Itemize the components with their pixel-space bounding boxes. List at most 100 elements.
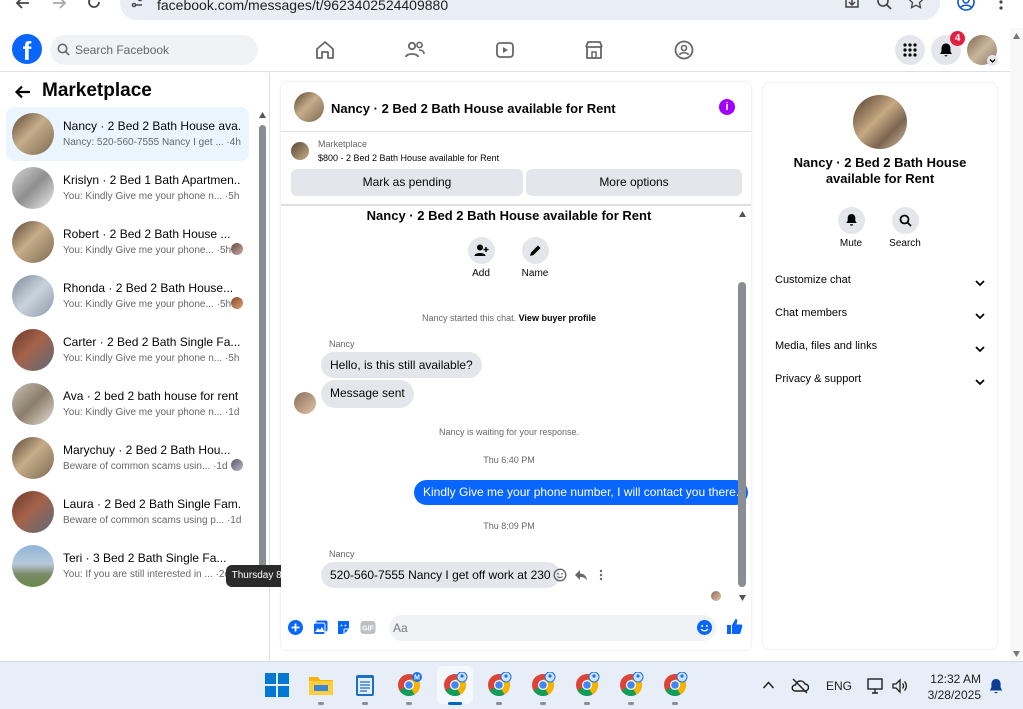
sidebar-scroll-up-icon[interactable] [258, 111, 267, 119]
chat-title[interactable]: Nancy · 2 Bed 2 Bath House available for… [331, 101, 616, 116]
chrome-profile-icon[interactable] [486, 672, 512, 698]
url-text[interactable]: facebook.com/messages/t/9623402524409880 [157, 0, 448, 13]
bookmark-star-icon[interactable] [908, 0, 924, 9]
add-person-icon [474, 244, 489, 256]
browser-profile-icon[interactable] [957, 0, 975, 11]
page-scrollbar[interactable] [1010, 28, 1023, 661]
notification-center-icon[interactable] [988, 678, 1004, 695]
language-indicator[interactable]: ENG [826, 679, 852, 693]
conversation-item[interactable]: Nancy · 2 Bed 2 Bath House ava... Nancy:… [6, 107, 249, 161]
listing-price[interactable]: $800 - 2 Bed 2 Bath House available for … [318, 153, 499, 163]
chat-scroll-down-icon[interactable] [738, 594, 747, 602]
like-thumb-icon[interactable] [726, 618, 743, 635]
conversation-item[interactable]: Carter · 2 Bed 2 Bath Single Fa... You: … [6, 323, 249, 377]
conversation-item[interactable]: Krislyn · 2 Bed 1 Bath Apartmen... You: … [6, 161, 249, 215]
running-indicator [584, 702, 590, 705]
conversation-title: Marychuy · 2 Bed 2 Bath Hou... [63, 443, 231, 457]
volume-icon[interactable] [891, 678, 909, 694]
mute-bell-icon [846, 214, 857, 226]
sender-name: Nancy [329, 549, 355, 559]
incoming-message[interactable]: 520-560-7555 Nancy I get off work at 230 [321, 562, 560, 588]
details-avatar[interactable] [853, 95, 907, 149]
outgoing-message[interactable]: Kindly Give me your phone number, I will… [414, 480, 749, 505]
conversation-item[interactable]: Robert · 2 Bed 2 Bath House ... You: Kin… [6, 215, 249, 269]
home-icon[interactable] [314, 39, 336, 61]
chrome-profile-icon[interactable] [618, 672, 644, 698]
incoming-message[interactable]: Hello, is this still available? [321, 352, 482, 378]
chat-started-note: Nancy started this chat. View buyer prof… [281, 313, 737, 323]
chrome-profile-icon[interactable] [662, 672, 688, 698]
view-buyer-profile-link[interactable]: View buyer profile [519, 313, 596, 323]
back-icon[interactable] [14, 0, 32, 12]
plus-icon[interactable] [288, 620, 303, 635]
browser-menu-icon[interactable] [997, 0, 1005, 10]
running-indicator [362, 702, 368, 705]
zoom-icon[interactable] [876, 0, 892, 10]
video-icon[interactable] [494, 39, 516, 61]
react-emoji-icon[interactable] [553, 568, 567, 582]
emoji-icon[interactable] [697, 620, 712, 635]
tray-chevron-up-icon[interactable] [762, 680, 775, 690]
running-indicator [496, 702, 502, 705]
privacy-support-row[interactable]: Privacy & support [775, 373, 987, 393]
reply-icon[interactable] [574, 568, 588, 582]
conversation-item[interactable]: Ava · 2 bed 2 bath house for rent You: K… [6, 377, 249, 431]
bell-icon [940, 43, 952, 57]
clock[interactable]: 12:32 AM 3/28/2025 [917, 671, 981, 703]
groups-icon[interactable] [673, 39, 695, 61]
chat-scroll-up-icon[interactable] [738, 210, 747, 218]
back-arrow-icon[interactable] [14, 83, 32, 101]
mark-as-pending-button[interactable]: Mark as pending [291, 169, 523, 196]
conversation-snippet: You: Kindly Give me your phone n... ·5h [63, 191, 240, 202]
reload-icon[interactable] [86, 0, 102, 10]
friends-icon[interactable] [404, 39, 426, 61]
svg-text:GIF: GIF [362, 626, 374, 633]
chrome-profile-icon[interactable] [574, 672, 600, 698]
sidebar-scrollbar-thumb[interactable] [259, 125, 266, 585]
conversation-heading: Nancy · 2 Bed 2 Bath House available for… [366, 208, 652, 223]
conversation-item[interactable]: Marychuy · 2 Bed 2 Bath Hou... Beware of… [6, 431, 249, 485]
chat-header-avatar[interactable] [294, 92, 324, 122]
incoming-message[interactable]: Message sent [321, 380, 414, 408]
windows-start-icon[interactable] [264, 672, 290, 698]
media-files-links-row[interactable]: Media, files and links [775, 340, 987, 360]
more-actions-icon[interactable] [598, 569, 604, 581]
account-chevron-icon[interactable] [987, 55, 998, 66]
facebook-logo[interactable]: f [12, 34, 42, 64]
row-label: Privacy & support [775, 373, 862, 385]
conversation-item[interactable]: Teri · 3 Bed 2 Bath Single Fa... You: If… [6, 539, 249, 593]
search-input[interactable]: Search Facebook [75, 43, 169, 57]
chrome-profile-icon[interactable] [442, 672, 468, 698]
customize-chat-row[interactable]: Customize chat [775, 274, 987, 294]
chat-scrollbar-thumb[interactable] [738, 282, 746, 587]
gif-icon[interactable]: GIF [360, 620, 376, 635]
file-explorer-icon[interactable] [308, 672, 334, 698]
sticker-icon[interactable] [336, 620, 351, 635]
network-icon[interactable] [866, 678, 884, 694]
conversation-snippet: Beware of common scams using p... ·1d [63, 515, 241, 526]
running-indicator [540, 702, 546, 705]
scroll-down-icon[interactable] [1012, 650, 1021, 658]
chrome-profile-icon[interactable] [530, 672, 556, 698]
notification-badge: 4 [950, 31, 965, 46]
conversation-title: Carter · 2 Bed 2 Bath Single Fa... [63, 335, 241, 349]
install-app-icon[interactable] [844, 0, 860, 10]
photo-icon[interactable] [313, 620, 328, 635]
forward-icon[interactable] [50, 0, 68, 12]
info-icon[interactable]: i [719, 99, 735, 115]
sender-avatar[interactable] [294, 392, 316, 414]
search-icon [57, 43, 70, 56]
more-options-button[interactable]: More options [526, 169, 742, 196]
onedrive-offline-icon[interactable] [791, 678, 809, 694]
conversation-item[interactable]: Rhonda · 2 Bed 2 Bath House... You: Kind… [6, 269, 249, 323]
chat-members-row[interactable]: Chat members [775, 307, 987, 327]
read-receipt-avatar [711, 591, 721, 601]
message-input[interactable] [393, 616, 683, 640]
scroll-up-icon[interactable] [1012, 32, 1021, 40]
conversation-item[interactable]: Laura · 2 Bed 2 Bath Single Fam... Bewar… [6, 485, 249, 539]
site-settings-icon[interactable] [130, 0, 144, 9]
listing-thumbnail[interactable] [291, 142, 309, 160]
marketplace-icon[interactable] [583, 39, 605, 61]
chrome-icon[interactable]: M [396, 672, 422, 698]
notepad-icon[interactable] [352, 672, 378, 698]
